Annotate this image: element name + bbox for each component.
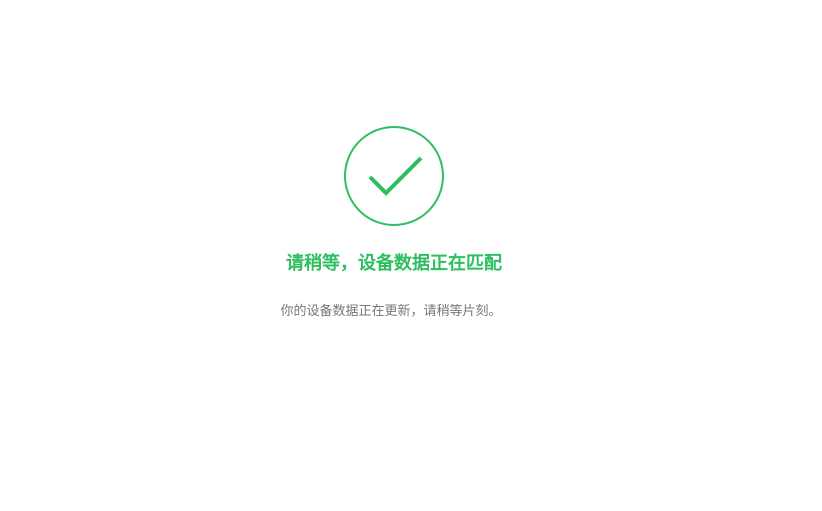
status-message: 你的设备数据正在更新，请稍等片刻。 — [280, 304, 502, 319]
status-title: 请稍等，设备数据正在匹配 — [286, 253, 502, 274]
checkmark-circle-icon — [343, 125, 445, 227]
status-panel: 请稍等，设备数据正在匹配 你的设备数据正在更新，请稍等片刻。 — [0, 0, 822, 511]
page: 请稍等，设备数据正在匹配 你的设备数据正在更新，请稍等片刻。 — [0, 0, 822, 511]
